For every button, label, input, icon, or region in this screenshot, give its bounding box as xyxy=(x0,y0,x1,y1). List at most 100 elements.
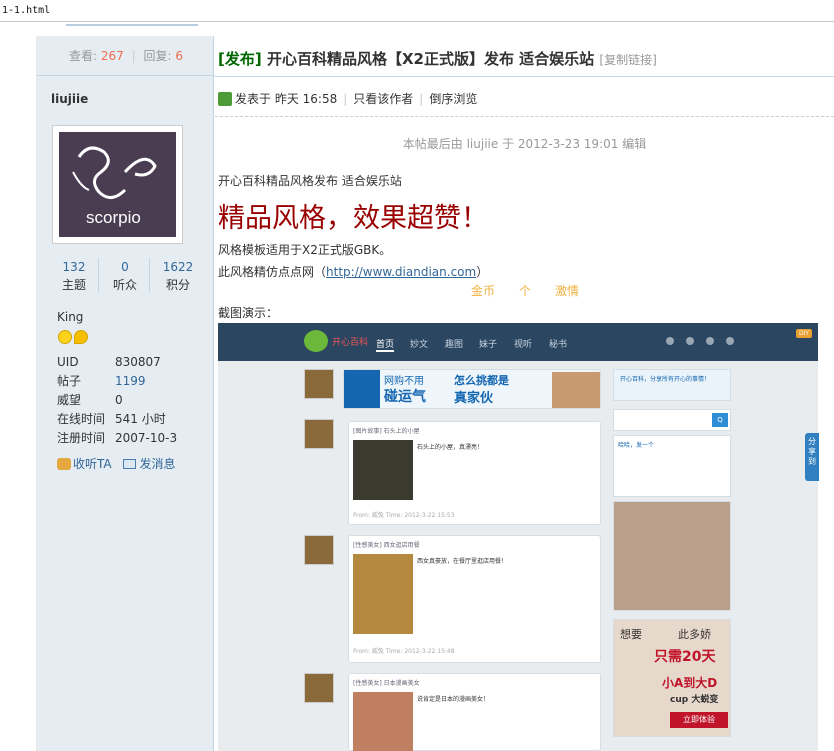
post-meta: 发表于 昨天 16:58 | 只看该作者 | 倒序浏览 xyxy=(218,90,477,107)
post-content: [发布] 开心百科精品风格【X2正式版】发布 适合娱乐站 [复制链接] 发表于 … xyxy=(215,36,834,751)
headline: 精品风格，效果超赞！ xyxy=(218,203,488,234)
demo-nav-item: 妙文 xyxy=(410,340,429,350)
reverse-order-link[interactable]: 倒序浏览 xyxy=(429,92,477,106)
share-tab[interactable]: 分享到 xyxy=(805,433,819,481)
count-listeners[interactable]: 0 听众 xyxy=(102,258,148,294)
card-from: From: 威兔 Time: 2012-3-22 15:48 xyxy=(353,648,455,655)
demo-avatar xyxy=(304,419,334,449)
count-topics-label: 主题 xyxy=(61,278,86,292)
info-row: 在线时间 541 小时 xyxy=(57,410,207,429)
demo-card: [性感美女] 西女逛店用餐 西女真豪放，在餐厅里逛店用餐！ From: 威兔 T… xyxy=(348,535,601,663)
demo-ad: 想要 此多娇 只需20天 小A到大D cup 大蜕变 立即体验 xyxy=(613,619,731,737)
card-image xyxy=(353,554,413,634)
info-value-link[interactable]: 1199 xyxy=(115,372,146,391)
moon-icon xyxy=(74,330,88,344)
body-line: 截图演示： xyxy=(218,306,279,320)
demo-nav-item: 趣图 xyxy=(445,340,464,350)
info-row: 帖子 1199 xyxy=(57,372,207,391)
body-line: 风格模板适用于X2正式版GBK。 xyxy=(218,243,392,257)
info-value: 830807 xyxy=(115,355,161,369)
count-topics[interactable]: 132 主题 xyxy=(51,258,97,294)
post-tag[interactable]: [发布] xyxy=(218,50,262,68)
body-text: ） xyxy=(476,265,489,279)
ad-cup: cup 大蜕变 xyxy=(670,695,719,705)
message-link[interactable]: 发消息 xyxy=(139,457,175,471)
count-listeners-value: 0 xyxy=(121,260,129,274)
demo-brand: 开心百科 xyxy=(332,338,369,348)
info-key: 帖子 xyxy=(57,374,82,388)
banner-text: 真家伙 xyxy=(454,391,494,406)
card-tag: [性感美女] 日本漫画美女 xyxy=(353,680,420,687)
banner-text: 怎么挑都是 xyxy=(454,374,509,387)
views-count: 267 xyxy=(100,49,124,63)
diandian-link[interactable]: http://www.diandian.com xyxy=(326,265,476,279)
replies-count: 6 xyxy=(175,49,183,63)
info-row: 注册时间 2007-10-3 xyxy=(57,429,207,448)
demo-badge: DIY xyxy=(795,329,812,338)
author-name[interactable]: liujiie xyxy=(51,92,88,106)
author-actions: 收听TA 发消息 xyxy=(57,455,175,472)
stats-separator: | xyxy=(131,49,136,63)
demo-banner: 网购不用 碰运气 怎么挑都是 真家伙 xyxy=(343,369,601,409)
divider xyxy=(215,76,834,77)
demo-avatar xyxy=(304,673,334,703)
count-points[interactable]: 1622 积分 xyxy=(155,258,201,294)
mail-icon xyxy=(686,337,694,345)
replies-label: 回复: xyxy=(143,49,172,63)
avatar[interactable]: scorpio xyxy=(52,125,183,244)
banner-text: 碰运气 xyxy=(384,389,426,405)
hello-text: 哈哈，发一个 xyxy=(618,442,655,449)
posted-time: 发表于 昨天 16:58 xyxy=(235,92,338,106)
count-points-value: 1622 xyxy=(162,260,194,274)
divider xyxy=(215,116,834,117)
card-image xyxy=(353,692,413,751)
post-title: [发布] 开心百科精品风格【X2正式版】发布 适合娱乐站 [复制链接] xyxy=(218,48,657,69)
ad-button: 立即体验 xyxy=(670,712,728,728)
card-text: 石头上的小屋，真漂亮！ xyxy=(417,444,484,451)
info-row: UID 830807 xyxy=(57,353,207,372)
edit-notice: 本帖最后由 liujiie 于 2012-3-23 19:01 编辑 xyxy=(402,137,647,151)
banner-logo xyxy=(344,370,380,408)
card-from: From: 威兔 Time: 2012-3-22 15:53 xyxy=(353,512,455,519)
demo-notice: 开心百科，分享所有开心的事情！ xyxy=(613,369,731,401)
demo-photo xyxy=(613,501,731,611)
mail-icon xyxy=(123,459,137,469)
page-tab-indicator xyxy=(66,22,198,26)
info-key: 威望 xyxy=(57,393,82,407)
body-line: 开心百科精品风格发布 适合娱乐站 xyxy=(218,174,402,188)
card-text: 西女真豪放，在餐厅里逛店用餐！ xyxy=(417,558,508,565)
search-icon: Q xyxy=(712,413,728,427)
address-bar[interactable]: 1-1.html xyxy=(0,0,834,22)
card-text: 说肯定是日本的漫画美女！ xyxy=(417,696,490,703)
ad-sub: 小A到大D xyxy=(662,676,718,690)
ad-text: 此多娇 xyxy=(678,628,711,641)
card-image xyxy=(353,440,413,500)
address-text: 1-1.html xyxy=(2,5,51,16)
demo-screenshot: 开心百科 首页 妙文 趣图 妹子 视听 秘书 DIY 网购不用 碰运气 怎么挑都… xyxy=(218,323,818,751)
user-rank: King xyxy=(57,310,84,324)
author-counts: 132 主题 0 听众 1622 积分 xyxy=(51,258,201,298)
info-row: 威望 0 xyxy=(57,391,207,410)
demo-nav-item: 妹子 xyxy=(479,340,498,350)
demo-nav-item: 视听 xyxy=(514,340,533,350)
demo-card: [图片故事] 石头上的小屋 石头上的小屋，真漂亮！ From: 威兔 Time:… xyxy=(348,421,601,525)
post-title-text: 开心百科精品风格【X2正式版】发布 适合娱乐站 xyxy=(266,50,595,68)
banner-person xyxy=(552,372,600,408)
count-divider xyxy=(98,258,99,292)
only-author-link[interactable]: 只看该作者 xyxy=(353,92,413,106)
ad-price: 只需20天 xyxy=(654,649,716,665)
count-topics-value: 132 xyxy=(62,260,86,274)
demo-card: [性感美女] 日本漫画美女 说肯定是日本的漫画美女！ xyxy=(348,673,601,751)
count-listeners-label: 听众 xyxy=(112,278,137,292)
online-user-icon xyxy=(218,92,232,106)
info-value: 0 xyxy=(115,393,123,407)
demo-nav-item: 秘书 xyxy=(549,340,568,350)
views-label: 查看: xyxy=(69,49,98,63)
body-line: 此风格精仿点点网（http://www.diandian.com） xyxy=(218,263,488,280)
follow-link[interactable]: 收听TA xyxy=(73,457,112,471)
logo-icon xyxy=(304,330,328,352)
demo-userbox: 哈哈，发一个 xyxy=(613,435,731,497)
copy-link[interactable]: [复制链接] xyxy=(599,53,656,67)
power-icon xyxy=(726,337,734,345)
post-stats: 查看: 267 | 回复: 6 xyxy=(37,36,215,76)
